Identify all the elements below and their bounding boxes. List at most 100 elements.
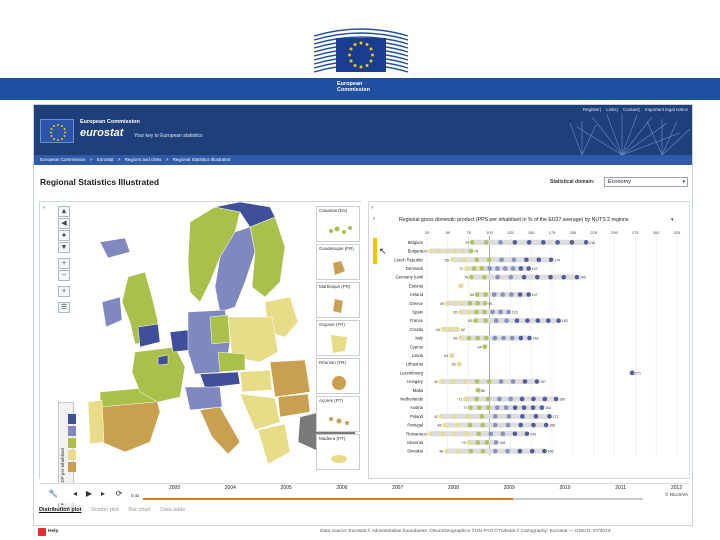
playback-speed[interactable]: 0.4x <box>131 493 140 498</box>
data-point <box>466 440 471 445</box>
list-icon[interactable]: ☰ <box>58 302 70 313</box>
timeline-year[interactable]: 2011 <box>615 485 626 491</box>
breadcrumb-regions-and-cities[interactable]: Regions and cities <box>125 157 162 162</box>
breadcrumb-eurostat[interactable]: Eurostat <box>97 157 114 162</box>
timeline-year[interactable]: 2006 <box>336 485 347 491</box>
step-back-icon[interactable]: ◂ <box>69 488 81 500</box>
data-point <box>444 248 449 254</box>
help-icon[interactable] <box>38 528 46 536</box>
timeline-year[interactable]: 2012 <box>671 485 682 491</box>
help-link[interactable]: Help <box>48 529 58 534</box>
inset-acores[interactable]: Açores (PT) <box>316 396 360 432</box>
inset-madeira[interactable]: Madeira (PT) <box>316 434 360 470</box>
data-point <box>462 379 468 384</box>
data-point <box>525 318 530 323</box>
timeline-year[interactable]: 2010 <box>559 485 570 491</box>
breadcrumb-european-commission[interactable]: European Commission <box>40 157 86 162</box>
tab-bar-chart[interactable]: Bar chart <box>128 507 150 513</box>
data-point <box>428 248 433 254</box>
x-tick-label: 250 <box>611 230 618 235</box>
data-point <box>509 335 515 341</box>
play-icon[interactable]: ▶ <box>83 488 95 500</box>
fullscreen-icon[interactable]: + <box>58 286 70 297</box>
step-forward-icon[interactable]: ▸ <box>97 488 109 500</box>
data-point <box>492 335 498 341</box>
data-point <box>500 431 506 437</box>
x-tick-label: 175 <box>549 230 556 235</box>
inset-reunion[interactable]: Réunion (FR) <box>316 358 360 394</box>
timeline-year[interactable]: 2005 <box>281 485 292 491</box>
row-label: Czech Republic <box>394 257 423 262</box>
min-value-label: 65 <box>470 293 474 297</box>
arrow-up-icon[interactable]: ▲ <box>58 206 70 217</box>
europe-choropleth-map[interactable] <box>40 202 362 480</box>
timeline-year[interactable]: 2007 <box>392 485 403 491</box>
min-value-label: 65 <box>453 337 457 341</box>
min-value-label: 54 <box>444 354 448 358</box>
distribution-plot[interactable]: 25 50 75 100 125 150 175 200 225 250 275 300 325 Belg… <box>369 202 691 480</box>
inset-guadeloupe[interactable]: Guadeloupe (FR) <box>316 244 360 280</box>
data-point <box>428 431 433 437</box>
tab-distribution-plot[interactable]: Distribution plot <box>39 507 81 513</box>
data-point <box>483 240 489 245</box>
inset-canarias[interactable]: Canarias (ES) <box>316 206 360 242</box>
inset-guyane[interactable]: Guyane (FR) <box>316 320 360 356</box>
tab-scatter-plot[interactable]: Scatter plot <box>91 507 119 513</box>
row-label: Austria <box>410 405 424 410</box>
link-legal-notice[interactable]: Important legal notice <box>645 107 688 112</box>
statistical-domain-label: Statistical domain: <box>550 179 595 185</box>
timeline-year[interactable]: 2008 <box>448 485 459 491</box>
timeline-year[interactable]: 2004 <box>225 485 236 491</box>
arrow-left-icon[interactable]: ◀ <box>58 218 70 229</box>
wrench-icon[interactable]: 🔧 <box>47 488 59 500</box>
timeline-slider[interactable] <box>143 498 643 500</box>
link-register[interactable]: Register <box>583 107 600 112</box>
data-point <box>530 405 536 410</box>
tab-data-table[interactable]: Data table <box>160 507 185 513</box>
data-point <box>534 379 540 384</box>
max-value-label: 147 <box>532 293 538 297</box>
max-value-label: 86 <box>481 389 485 393</box>
link-links[interactable]: Links <box>606 107 617 112</box>
zoom-out-icon[interactable]: − <box>58 270 70 281</box>
arrow-down-icon[interactable]: ▼ <box>58 242 70 253</box>
eurostat-brand[interactable]: European Commission eurostat Your key to… <box>40 117 210 145</box>
data-point <box>556 318 561 323</box>
zoom-in-icon[interactable]: + <box>58 258 70 269</box>
timeline-year[interactable]: 2009 <box>504 485 515 491</box>
data-point <box>479 414 485 419</box>
data-point <box>475 300 480 306</box>
data-point <box>500 292 506 297</box>
data-point <box>529 448 535 454</box>
panel-drag-handle[interactable] <box>373 238 377 264</box>
data-point <box>505 448 510 454</box>
timeline-year[interactable]: 2005 <box>169 485 180 491</box>
data-point <box>508 396 514 402</box>
min-value-label: 48 <box>439 450 443 454</box>
data-point <box>493 448 498 454</box>
data-point <box>543 422 549 428</box>
inset-martinique[interactable]: Martinique (FR) <box>316 282 360 318</box>
row-label: France <box>410 318 424 323</box>
min-value-label: 75 <box>462 441 466 445</box>
data-point <box>526 240 532 245</box>
arrow-right-icon[interactable]: ● <box>58 230 70 241</box>
data-point <box>488 431 494 437</box>
data-point <box>474 379 480 384</box>
data-point <box>474 396 479 402</box>
statistical-domain-select[interactable]: Economy ▾ <box>604 177 688 187</box>
data-point <box>548 274 553 280</box>
breadcrumb-regional-statistics-illustrated[interactable]: Regional Statistics Illustrated <box>173 157 231 162</box>
x-tick-label: 50 <box>446 230 451 235</box>
collapse-map-panel-icon[interactable]: › <box>43 205 45 211</box>
data-point <box>482 344 487 350</box>
data-point <box>508 274 514 280</box>
link-contact[interactable]: Contact <box>623 107 639 112</box>
ec-logo-line2: Commission <box>337 87 371 93</box>
timeline-controls: 🔧 ◂ ▶ ▸ ⟳ 0.4x 2005 2004 2005 2006 2007 2008 2… <box>39 483 690 503</box>
data-point <box>520 414 525 419</box>
data-point <box>487 266 492 271</box>
top-links: Register| Links| Contact| Important lega… <box>582 107 688 112</box>
data-point <box>541 240 546 245</box>
loop-icon[interactable]: ⟳ <box>113 488 125 500</box>
